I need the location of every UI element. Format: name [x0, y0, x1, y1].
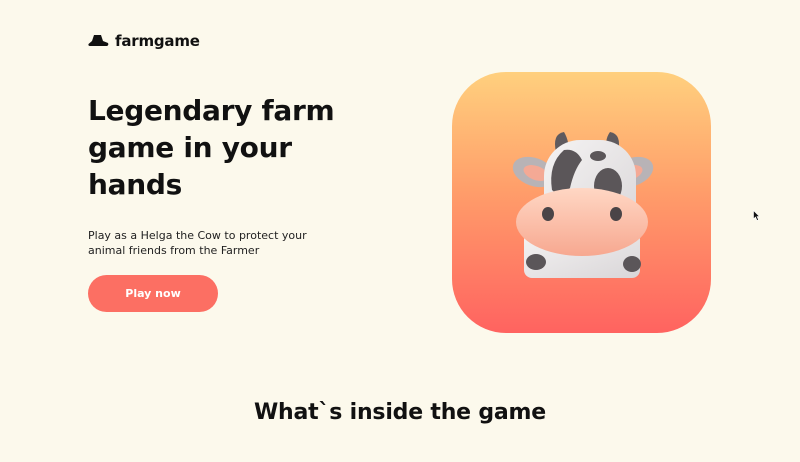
logo-link[interactable]: farmgame — [88, 32, 200, 50]
mouse-cursor-icon — [753, 210, 760, 221]
hero-title: Legendary farm game in your hands — [88, 94, 335, 201]
farmer-hat-icon — [88, 35, 109, 46]
play-now-button[interactable]: Play now — [88, 275, 218, 312]
features-section-title: What`s inside the game — [253, 400, 546, 425]
cow-face-icon — [512, 132, 654, 278]
logo-text: farmgame — [115, 32, 200, 50]
hero-description: Play as a Helga the Cow to protect your … — [88, 229, 307, 257]
app-icon-card — [452, 72, 711, 333]
